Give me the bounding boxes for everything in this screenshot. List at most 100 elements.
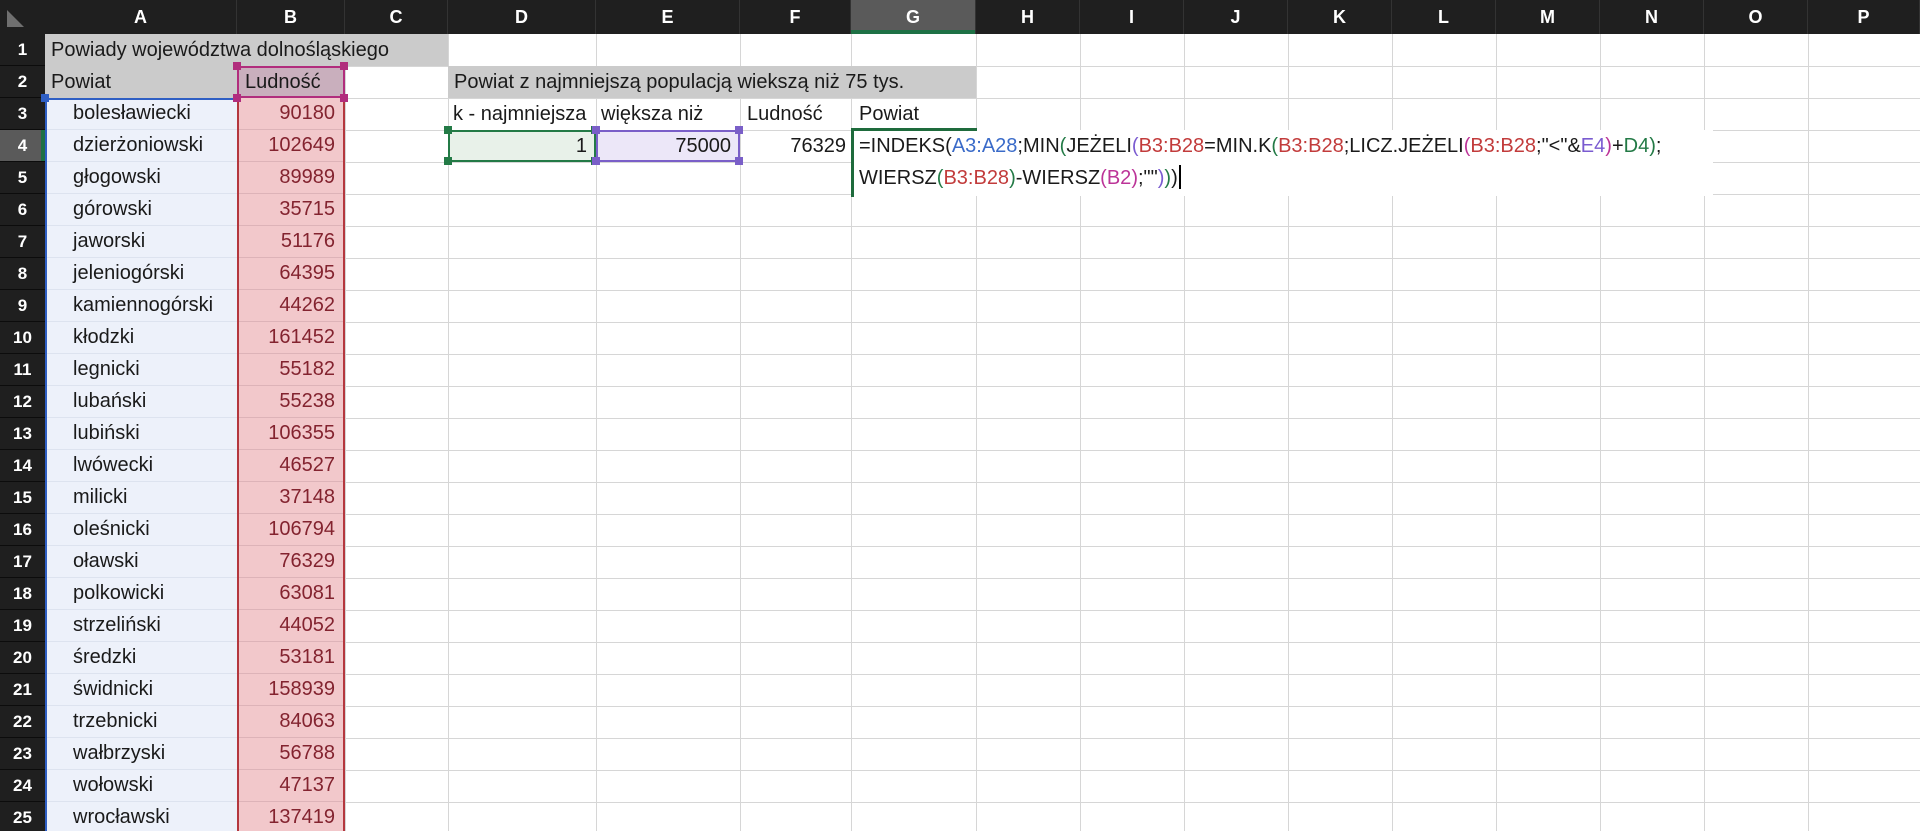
powiat-cell[interactable]: trzebnicki (45, 706, 237, 738)
cell-E4-threshold[interactable]: 75000 (596, 130, 740, 162)
row-header-3[interactable]: 3 (0, 98, 45, 130)
ludnosc-cell[interactable]: 55238 (237, 386, 345, 418)
column-header-J[interactable]: J (1184, 0, 1288, 34)
row-header-10[interactable]: 10 (0, 322, 45, 354)
ludnosc-cell[interactable]: 158939 (237, 674, 345, 706)
row-header-13[interactable]: 13 (0, 418, 45, 450)
ludnosc-cell[interactable]: 106355 (237, 418, 345, 450)
cell-F4-population[interactable]: 76329 (740, 130, 851, 162)
column-header-N[interactable]: N (1600, 0, 1704, 34)
row-header-1[interactable]: 1 (0, 34, 45, 66)
formula-line-1[interactable]: =INDEKS(A3:A28;MIN(JEŻELI(B3:B28=MIN.K(B… (859, 130, 1661, 162)
ludnosc-cell[interactable]: 63081 (237, 578, 345, 610)
formula-line-2[interactable]: WIERSZ(B3:B28)-WIERSZ(B2);""))) (859, 162, 1181, 194)
selection-handle[interactable] (41, 94, 49, 102)
ludnosc-cell[interactable]: 53181 (237, 642, 345, 674)
ludnosc-cell[interactable]: 84063 (237, 706, 345, 738)
row-header-22[interactable]: 22 (0, 706, 45, 738)
ludnosc-cell[interactable]: 37148 (237, 482, 345, 514)
row-header-9[interactable]: 9 (0, 290, 45, 322)
selection-handle[interactable] (444, 126, 452, 134)
ludnosc-cell[interactable]: 89989 (237, 162, 345, 194)
powiat-cell[interactable]: wołowski (45, 770, 237, 802)
ludnosc-cell[interactable]: 64395 (237, 258, 345, 290)
ludnosc-cell[interactable]: 56788 (237, 738, 345, 770)
powiat-cell[interactable]: dzierżoniowski (45, 130, 237, 162)
selection-handle[interactable] (444, 157, 452, 165)
column-header-A[interactable]: A (45, 0, 237, 34)
row-header-25[interactable]: 25 (0, 802, 45, 831)
row-header-6[interactable]: 6 (0, 194, 45, 226)
powiat-cell[interactable]: średzki (45, 642, 237, 674)
select-all-corner[interactable] (0, 0, 45, 34)
powiat-cell[interactable]: polkowicki (45, 578, 237, 610)
column-header-I[interactable]: I (1080, 0, 1184, 34)
powiat-cell[interactable]: wałbrzyski (45, 738, 237, 770)
column-header-G[interactable]: G (851, 0, 976, 34)
ludnosc-cell[interactable]: 161452 (237, 322, 345, 354)
cell-D3-label[interactable]: k - najmniejsza (448, 98, 596, 130)
powiat-cell[interactable]: milicki (45, 482, 237, 514)
powiat-cell[interactable]: oleśnicki (45, 514, 237, 546)
powiat-cell[interactable]: kłodzki (45, 322, 237, 354)
row-header-12[interactable]: 12 (0, 386, 45, 418)
column-header-K[interactable]: K (1288, 0, 1392, 34)
powiat-cell[interactable]: jeleniogórski (45, 258, 237, 290)
column-header-D[interactable]: D (448, 0, 596, 34)
row-header-4[interactable]: 4 (0, 130, 45, 162)
row-header-14[interactable]: 14 (0, 450, 45, 482)
column-header-B[interactable]: B (237, 0, 345, 34)
column-header-H[interactable]: H (976, 0, 1080, 34)
cell-D2-title[interactable]: Powiat z najmniejszą populacją wiekszą n… (448, 66, 976, 98)
column-header-C[interactable]: C (345, 0, 448, 34)
cell-D4-k-value[interactable]: 1 (448, 130, 596, 162)
ludnosc-cell[interactable]: 55182 (237, 354, 345, 386)
selection-handle[interactable] (592, 157, 600, 165)
column-header-M[interactable]: M (1496, 0, 1600, 34)
powiat-cell[interactable]: jaworski (45, 226, 237, 258)
row-header-17[interactable]: 17 (0, 546, 45, 578)
ludnosc-cell[interactable]: 76329 (237, 546, 345, 578)
selection-handle[interactable] (735, 157, 743, 165)
selection-handle[interactable] (592, 126, 600, 134)
selection-handle[interactable] (233, 94, 241, 102)
column-header-O[interactable]: O (1704, 0, 1808, 34)
row-header-8[interactable]: 8 (0, 258, 45, 290)
selection-handle[interactable] (340, 94, 348, 102)
cell-E3-label[interactable]: większa niż (596, 98, 740, 130)
powiat-cell[interactable]: świdnicki (45, 674, 237, 706)
ludnosc-cell[interactable]: 44052 (237, 610, 345, 642)
ludnosc-cell[interactable]: 44262 (237, 290, 345, 322)
powiat-cell[interactable]: oławski (45, 546, 237, 578)
powiat-cell[interactable]: górowski (45, 194, 237, 226)
powiat-cell[interactable]: bolesławiecki (45, 98, 237, 130)
powiat-cell[interactable]: kamiennogórski (45, 290, 237, 322)
row-header-2[interactable]: 2 (0, 66, 45, 98)
row-header-5[interactable]: 5 (0, 162, 45, 194)
column-header-E[interactable]: E (596, 0, 740, 34)
cell-G3-label[interactable]: Powiat (851, 98, 976, 130)
row-header-19[interactable]: 19 (0, 610, 45, 642)
powiat-cell[interactable]: lubiński (45, 418, 237, 450)
ludnosc-cell[interactable]: 137419 (237, 802, 345, 831)
ludnosc-cell[interactable]: 90180 (237, 98, 345, 130)
selection-handle[interactable] (735, 126, 743, 134)
row-header-16[interactable]: 16 (0, 514, 45, 546)
ludnosc-cell[interactable]: 47137 (237, 770, 345, 802)
ludnosc-cell[interactable]: 35715 (237, 194, 345, 226)
powiat-cell[interactable]: głogowski (45, 162, 237, 194)
cell-A2-header[interactable]: Powiat (45, 66, 237, 98)
row-header-11[interactable]: 11 (0, 354, 45, 386)
column-header-P[interactable]: P (1808, 0, 1920, 34)
ludnosc-cell[interactable]: 102649 (237, 130, 345, 162)
row-header-15[interactable]: 15 (0, 482, 45, 514)
powiat-cell[interactable]: wrocławski (45, 802, 237, 831)
powiat-cell[interactable]: legnicki (45, 354, 237, 386)
cell-F3-label[interactable]: Ludność (740, 98, 851, 130)
row-header-21[interactable]: 21 (0, 674, 45, 706)
row-header-20[interactable]: 20 (0, 642, 45, 674)
cell-A1-title[interactable]: Powiady województwa dolnośląskiego (45, 34, 448, 66)
powiat-cell[interactable]: lubański (45, 386, 237, 418)
row-header-18[interactable]: 18 (0, 578, 45, 610)
powiat-cell[interactable]: strzeliński (45, 610, 237, 642)
